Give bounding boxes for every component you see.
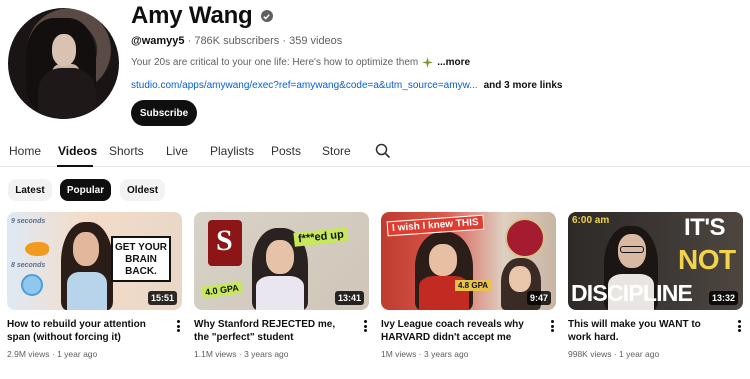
tab-playlists[interactable]: Playlists <box>210 144 254 158</box>
tab-store[interactable]: Store <box>322 144 351 158</box>
video-title[interactable]: How to rebuild your attention span (with… <box>7 318 182 344</box>
person-face-graphic <box>266 240 294 274</box>
channel-name-text: Amy Wang <box>131 2 253 29</box>
video-thumbnail[interactable]: 9 seconds 8 seconds GET YOUR BRAIN BACK.… <box>7 212 182 310</box>
thumb-caption: 8 seconds <box>11 262 46 269</box>
video-title[interactable]: This will make you WANT to work hard. <box>568 318 743 344</box>
video-card[interactable]: I wish I knew THIS 4.8 GPA 9:47 Ivy Leag… <box>381 212 556 359</box>
channel-name: Amy Wang <box>131 2 273 30</box>
video-views: 998K views <box>568 349 612 359</box>
thumb-overlay-text: DISCIPLINE <box>571 280 693 306</box>
subscribe-button[interactable]: Subscribe <box>131 100 197 126</box>
coach-face-graphic <box>509 266 531 292</box>
video-age: 3 years ago <box>244 349 289 359</box>
tab-live[interactable]: Live <box>166 144 188 158</box>
video-thumbnail[interactable]: I wish I knew THIS 4.8 GPA 9:47 <box>381 212 556 310</box>
thumb-sign-text: GET YOUR BRAIN BACK. <box>111 236 171 282</box>
video-card[interactable]: 9 seconds 8 seconds GET YOUR BRAIN BACK.… <box>7 212 182 359</box>
search-icon[interactable] <box>375 143 391 159</box>
tab-posts[interactable]: Posts <box>271 144 301 158</box>
harvard-seal-graphic <box>505 218 545 258</box>
video-thumbnail[interactable]: 6:00 am IT'S NOT DISCIPLINE 13:32 <box>568 212 743 310</box>
video-duration: 13:32 <box>708 291 738 305</box>
more-options-icon[interactable] <box>363 320 367 332</box>
bubble-graphic <box>21 274 43 296</box>
channel-links: studio.com/apps/amywang/exec?ref=amywang… <box>131 80 563 91</box>
channel-stats: · 786K subscribers · 359 videos <box>184 35 343 47</box>
more-options-icon[interactable] <box>737 320 741 332</box>
chip-latest[interactable]: Latest <box>8 179 52 201</box>
channel-tabs: Home Videos Shorts Live Playlists Posts … <box>0 136 750 167</box>
more-options-icon[interactable] <box>176 320 180 332</box>
description-text: Your 20s are critical to your one life: … <box>131 57 419 68</box>
glasses-graphic <box>620 246 644 253</box>
sparkle-emoji-icon <box>422 57 434 68</box>
thumb-gpa-label: 4.8 GPA <box>455 280 492 291</box>
goldfish-graphic <box>25 242 49 256</box>
video-views: 2.9M views <box>7 349 50 359</box>
tab-shorts[interactable]: Shorts <box>109 144 144 158</box>
channel-handle: @wamyy5 <box>131 35 185 47</box>
video-thumbnail[interactable]: S 4.0 GPA f***ed up 13:41 <box>194 212 369 310</box>
thumb-time-label: 6:00 am <box>572 215 610 226</box>
shirt-graphic <box>256 276 304 310</box>
person-face-graphic <box>429 244 457 276</box>
thumb-caption: 9 seconds <box>11 218 46 225</box>
video-card[interactable]: 6:00 am IT'S NOT DISCIPLINE 13:32 This w… <box>568 212 743 359</box>
more-options-icon[interactable] <box>550 320 554 332</box>
video-duration: 15:51 <box>147 291 177 305</box>
video-meta: 998K views · 1 year ago <box>568 349 660 359</box>
stanford-logo-letter: S <box>216 224 233 257</box>
channel-avatar[interactable] <box>8 8 119 119</box>
verified-check-icon <box>260 10 273 22</box>
channel-link-url[interactable]: studio.com/apps/amywang/exec?ref=amywang… <box>131 80 478 91</box>
video-duration: 9:47 <box>526 291 551 305</box>
tab-home[interactable]: Home <box>9 144 41 158</box>
active-tab-indicator <box>57 165 93 167</box>
video-age: 1 year ago <box>57 349 98 359</box>
video-views: 1M views <box>381 349 417 359</box>
channel-description[interactable]: Your 20s are critical to your one life: … <box>131 57 470 68</box>
thumb-gpa-label: 4.0 GPA <box>201 281 243 299</box>
video-age: 1 year ago <box>619 349 660 359</box>
thumb-overlay-text: IT'S <box>684 214 726 241</box>
video-meta: 1.1M views · 3 years ago <box>194 349 289 359</box>
thumb-overlay-text: NOT <box>678 244 736 275</box>
channel-meta: @wamyy5 · 786K subscribers · 359 videos <box>131 35 342 47</box>
video-duration: 13:41 <box>334 291 364 305</box>
chip-popular[interactable]: Popular <box>60 179 111 201</box>
video-age: 3 years ago <box>424 349 469 359</box>
tab-videos[interactable]: Videos <box>58 144 97 158</box>
more-links-button[interactable]: and 3 more links <box>484 80 563 91</box>
video-card[interactable]: S 4.0 GPA f***ed up 13:41 Why Stanford R… <box>194 212 369 359</box>
video-meta: 1M views · 3 years ago <box>381 349 469 359</box>
description-more-link[interactable]: ...more <box>437 57 470 68</box>
shirt-graphic <box>67 272 107 310</box>
video-title[interactable]: Ivy League coach reveals why HARVARD did… <box>381 318 556 344</box>
video-meta: 2.9M views · 1 year ago <box>7 349 98 359</box>
video-views: 1.1M views <box>194 349 237 359</box>
thumb-overlay-text: f***ed up <box>293 227 349 247</box>
chip-oldest[interactable]: Oldest <box>120 179 165 201</box>
person-face-graphic <box>73 232 99 266</box>
video-title[interactable]: Why Stanford REJECTED me, the "perfect" … <box>194 318 369 344</box>
